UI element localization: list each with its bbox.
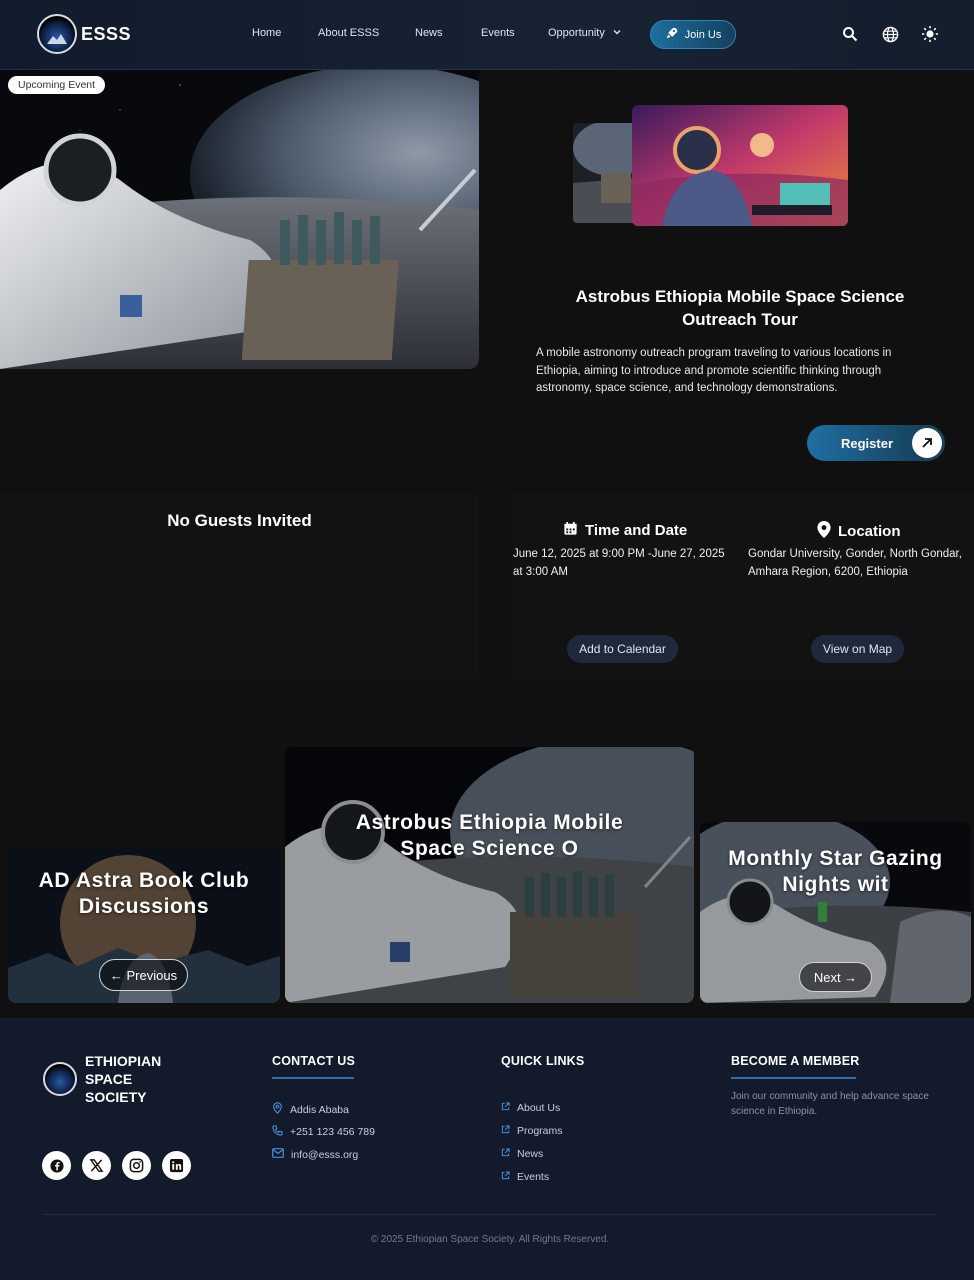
search-icon[interactable]: [839, 23, 861, 45]
globe-icon[interactable]: [879, 23, 901, 45]
footer-brand-line: ETHIOPIAN: [85, 1053, 162, 1069]
contact-heading: CONTACT US: [272, 1054, 356, 1068]
contact-email[interactable]: info@esss.org: [272, 1148, 358, 1161]
time-date-value: June 12, 2025 at 9:00 PM -June 27, 2025 …: [513, 548, 725, 578]
contact-address: Addis Ababa: [272, 1102, 349, 1117]
footer-brand-line: SPACE: [85, 1071, 133, 1087]
esss-logo-icon[interactable]: [37, 14, 77, 54]
instagram-icon[interactable]: [122, 1151, 151, 1180]
external-link-icon: [501, 1148, 510, 1160]
contact-heading-underline: [272, 1077, 354, 1079]
slide-title: AD Astra Book Club Discussions: [38, 869, 250, 918]
location-value: Gondar University, Gonder, North Gondar,…: [748, 548, 962, 578]
quick-links-heading: QUICK LINKS: [501, 1054, 585, 1068]
nav-news[interactable]: News: [415, 27, 443, 39]
event-title: Astrobus Ethiopia Mobile Space Science O…: [575, 287, 905, 329]
copyright-text: © 2025 Ethiopian Space Society. All Righ…: [370, 1234, 610, 1245]
carousel-slide-center[interactable]: Astrobus Ethiopia Mobile Space Science O: [285, 747, 694, 1003]
hero-event-image: [0, 70, 479, 369]
phone-icon: [272, 1125, 283, 1139]
external-link-icon: [501, 1125, 510, 1137]
mail-icon: [272, 1148, 284, 1161]
join-us-label: Join Us: [684, 28, 722, 41]
become-member-underline: [731, 1077, 856, 1079]
become-member-heading: BECOME A MEMBER: [731, 1054, 860, 1068]
join-us-button[interactable]: Join Us: [650, 20, 736, 49]
footer-link-label: Programs: [517, 1125, 563, 1137]
view-on-map-button[interactable]: View on Map: [811, 635, 904, 663]
nav-home[interactable]: Home: [252, 27, 281, 39]
footer-brand-line: SOCIETY: [85, 1089, 147, 1105]
event-thumbnail-secondary[interactable]: [573, 123, 637, 223]
carousel-next-button[interactable]: Next →: [799, 962, 872, 992]
footer-link-events[interactable]: Events: [501, 1171, 549, 1183]
map-pin-icon: [272, 1102, 283, 1117]
top-navbar: ESSS Home About ESSS News Events Opportu…: [0, 0, 974, 70]
external-link-icon: [501, 1171, 510, 1183]
carousel-previous-button[interactable]: ← Previous: [99, 959, 188, 991]
nav-events[interactable]: Events: [481, 27, 515, 39]
location-heading-label: Location: [838, 523, 901, 540]
arrow-up-right-icon: [912, 428, 942, 458]
nav-opportunity[interactable]: Opportunity: [548, 27, 605, 39]
register-label: Register: [841, 435, 894, 451]
footer-divider: [43, 1214, 937, 1215]
slide-title: Monthly Star Gazing Nights wit: [728, 847, 943, 896]
contact-phone-text: +251 123 456 789: [290, 1126, 375, 1138]
time-date-heading: Time and Date: [563, 521, 687, 540]
chevron-down-icon[interactable]: [612, 27, 622, 40]
footer-link-label: Events: [517, 1171, 550, 1183]
slide-title: Astrobus Ethiopia Mobile Space Science O: [355, 811, 624, 860]
footer-link-programs[interactable]: Programs: [501, 1125, 563, 1137]
nav-about[interactable]: About ESSS: [318, 27, 379, 39]
x-icon[interactable]: [82, 1151, 111, 1180]
event-description: A mobile astronomy outreach program trav…: [536, 347, 892, 394]
footer-link-label: News: [517, 1148, 544, 1160]
event-thumbnail-primary[interactable]: [632, 105, 848, 226]
linkedin-icon[interactable]: [162, 1151, 191, 1180]
contact-address-text: Addis Ababa: [290, 1103, 349, 1116]
guests-title: No Guests Invited: [167, 511, 312, 530]
sun-icon[interactable]: [919, 23, 941, 45]
upcoming-event-badge: Upcoming Event: [8, 76, 106, 94]
calendar-icon: [563, 521, 578, 540]
footer-link-label: About Us: [517, 1102, 561, 1114]
location-heading: Location: [817, 521, 901, 542]
contact-email-text: info@esss.org: [291, 1148, 359, 1161]
footer-brand: ETHIOPIAN SPACE SOCIETY: [85, 1052, 161, 1106]
facebook-icon[interactable]: [42, 1151, 71, 1180]
register-button[interactable]: Register: [807, 425, 945, 461]
external-link-icon: [501, 1102, 510, 1114]
footer-logo-icon: [43, 1062, 77, 1096]
footer-link-news[interactable]: News: [501, 1148, 543, 1160]
rocket-icon: [665, 27, 678, 43]
time-date-heading-label: Time and Date: [585, 522, 688, 539]
contact-phone[interactable]: +251 123 456 789: [272, 1125, 375, 1139]
footer-link-about[interactable]: About Us: [501, 1102, 560, 1114]
become-member-text: Join our community and help advance spac…: [731, 1091, 929, 1117]
brand-name[interactable]: ESSS: [81, 24, 131, 45]
map-pin-icon: [817, 521, 831, 542]
add-to-calendar-button[interactable]: Add to Calendar: [567, 635, 678, 663]
